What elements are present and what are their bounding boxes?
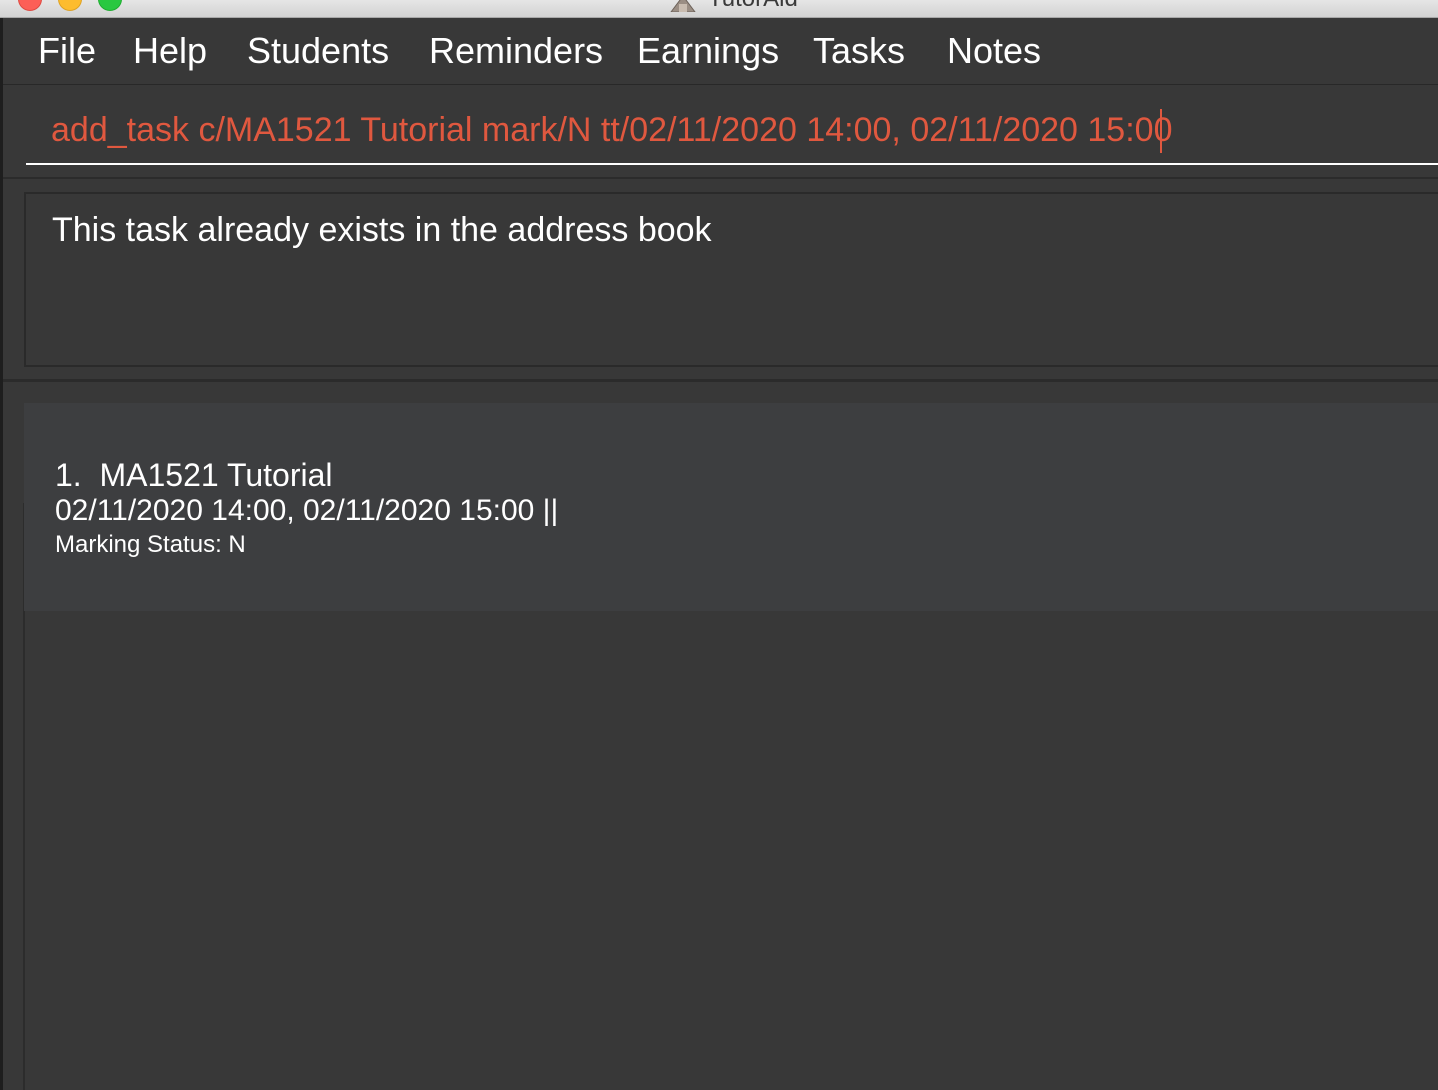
app-window: TutorAid File Help Students Reminders Ea… — [0, 0, 1438, 1090]
app-icon — [670, 0, 696, 12]
close-icon[interactable] — [18, 0, 42, 11]
command-box — [3, 85, 1438, 179]
menu-tasks[interactable]: Tasks — [813, 28, 905, 74]
task-list-panel: 1. MA1521 Tutorial 02/11/2020 14:00, 02/… — [3, 383, 1438, 1090]
result-display: This task already exists in the address … — [24, 192, 1438, 367]
result-display-region: This task already exists in the address … — [3, 179, 1438, 382]
menu-file[interactable]: File — [38, 28, 96, 74]
task-title: 1. MA1521 Tutorial — [55, 455, 332, 495]
result-message: This task already exists in the address … — [52, 211, 712, 249]
task-card[interactable]: 1. MA1521 Tutorial 02/11/2020 14:00, 02/… — [24, 403, 1438, 611]
text-caret — [1160, 109, 1162, 153]
task-time: 02/11/2020 14:00, 02/11/2020 15:00 || — [55, 494, 559, 527]
menu-students[interactable]: Students — [247, 28, 389, 74]
minimize-icon[interactable] — [58, 0, 82, 11]
task-marking-status: Marking Status: N — [55, 531, 246, 558]
task-name: MA1521 Tutorial — [99, 457, 333, 493]
menu-earnings[interactable]: Earnings — [637, 28, 779, 74]
window-title: TutorAid — [708, 0, 798, 14]
command-input[interactable] — [26, 97, 1438, 165]
menu-reminders[interactable]: Reminders — [429, 28, 603, 74]
menu-bar: File Help Students Reminders Earnings Ta… — [3, 18, 1438, 85]
title-bar: TutorAid — [0, 0, 1438, 18]
menu-notes[interactable]: Notes — [947, 28, 1041, 74]
task-index: 1. — [55, 457, 82, 493]
maximize-icon[interactable] — [98, 0, 122, 11]
menu-help[interactable]: Help — [133, 28, 207, 74]
